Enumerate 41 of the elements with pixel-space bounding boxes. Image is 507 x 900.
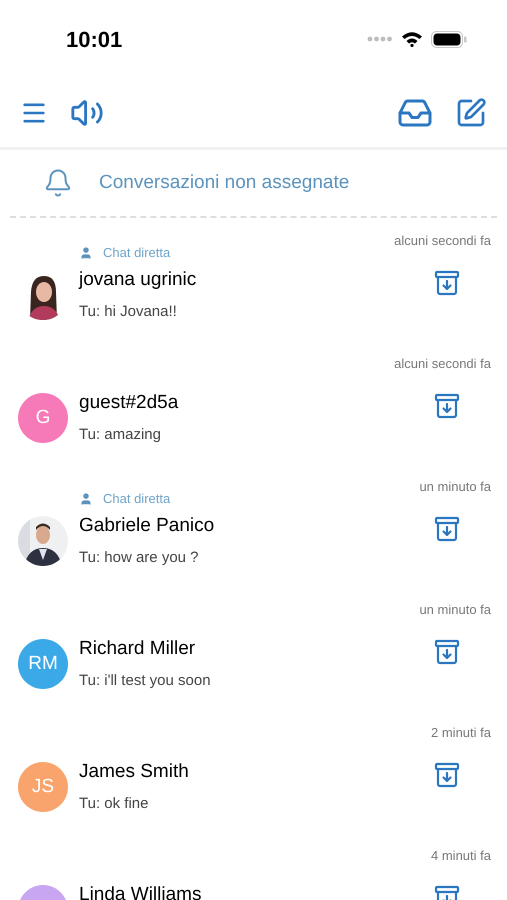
conversation-item[interactable]: alcuni secondi fa G guest#2d5a Tu: amazing: [0, 355, 507, 478]
archive-icon[interactable]: [433, 515, 461, 543]
signal-icon: [367, 36, 393, 42]
conversation-item[interactable]: 2 minuti fa JS James Smith Tu: ok fine: [0, 724, 507, 847]
message-preview: Tu: hi Jovana!!: [79, 302, 178, 322]
conversation-time: alcuni secondi fa: [394, 355, 491, 373]
message-preview: Tu: amazing: [79, 425, 162, 445]
wifi-icon: [401, 31, 423, 47]
archive-icon[interactable]: [433, 638, 461, 666]
conversation-item[interactable]: alcuni secondi fa Chat diretta jovana ugrinic Tu: hi Jovana!!: [0, 232, 507, 355]
contact-name: James Smith: [79, 761, 190, 783]
archive-icon[interactable]: [433, 761, 461, 789]
contact-name: Linda Williams: [79, 884, 202, 900]
person-icon: [79, 246, 93, 260]
contact-name: guest#2d5a: [79, 392, 180, 414]
conversation-item[interactable]: un minuto fa Chat diretta Gabriele Panico Tu: how are you ?: [0, 478, 507, 601]
conversation-item[interactable]: un minuto fa RM Richard Miller Tu: i'll test you soon: [0, 601, 507, 724]
archive-icon[interactable]: [433, 392, 461, 420]
avatar: RM: [18, 639, 68, 689]
conversation-time: 4 minuti fa: [431, 847, 491, 865]
message-preview: Tu: ok fine: [79, 794, 150, 814]
person-icon: [79, 492, 93, 506]
conversation-time: alcuni secondi fa: [394, 232, 491, 250]
message-preview: Tu: i'll test you soon: [79, 671, 212, 691]
archive-icon[interactable]: [433, 269, 461, 297]
conversation-time: 2 minuti fa: [431, 724, 491, 742]
chat-type-label: Chat diretta: [103, 245, 170, 261]
message-preview: Tu: how are you ?: [79, 548, 200, 568]
avatar: G: [18, 393, 68, 443]
bell-icon: [43, 168, 73, 198]
conversation-item[interactable]: 4 minuti fa Linda Williams: [0, 847, 507, 900]
compose-icon[interactable]: [455, 96, 487, 128]
conversation-time: un minuto fa: [419, 601, 491, 619]
avatar: JS: [18, 762, 68, 812]
contact-name: jovana ugrinic: [79, 269, 198, 291]
status-time: 10:01: [66, 26, 122, 54]
battery-icon: [431, 30, 467, 48]
conversation-time: un minuto fa: [419, 478, 491, 496]
contact-name: Richard Miller: [79, 638, 196, 660]
contact-name: Gabriele Panico: [79, 515, 216, 537]
chat-type-label: Chat diretta: [103, 491, 170, 507]
